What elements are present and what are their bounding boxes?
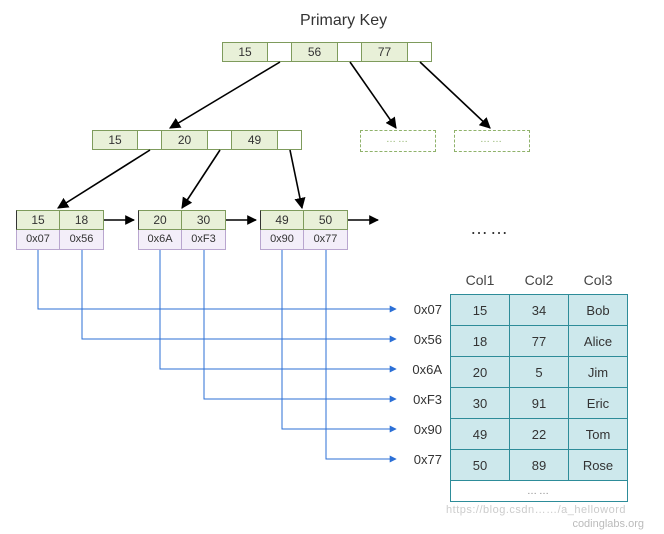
internal-key: 20 [162,130,208,150]
leaf-ellipsis: …… [470,218,510,239]
cell: Eric [569,388,628,419]
root-key: 56 [292,42,338,62]
cell: Alice [569,326,628,357]
leaf-pointer: 0x90 [260,230,304,250]
cell: 18 [451,326,510,357]
row-address: 0x07 [400,302,442,317]
cell: Tom [569,419,628,450]
root-gap [268,42,292,62]
cell: 22 [510,419,569,450]
cell: 30 [451,388,510,419]
cell: 15 [451,295,510,326]
internal-gap [278,130,302,150]
leaf-pointer: 0x56 [60,230,104,250]
row-address: 0x90 [400,422,442,437]
leaf-pointer: 0x6A [138,230,182,250]
row-address: 0xF3 [400,392,442,407]
row-address: 0x6A [400,362,442,377]
table-header: Col1 [451,272,510,295]
table-header: Col3 [569,272,628,295]
internal-key: 49 [232,130,278,150]
cell: 34 [510,295,569,326]
root-gap [338,42,362,62]
leaf-pointer: 0x07 [16,230,60,250]
watermark-text: https://blog.csdn……/a_helloword [446,504,626,516]
btree-root-node: 15 56 77 [222,42,432,62]
btree-ghost-node: …… [360,130,436,152]
internal-gap [138,130,162,150]
cell: 91 [510,388,569,419]
diagram-title: Primary Key [300,12,387,30]
table-row: 4922Tom [451,419,628,450]
leaf-key: 49 [260,210,304,230]
row-address: 0x56 [400,332,442,347]
leaf-pointer: 0xF3 [182,230,226,250]
watermark-source: codinglabs.org [572,518,644,530]
root-gap [408,42,432,62]
table-header-row: Col1 Col2 Col3 [451,272,628,295]
table-row: 1877Alice [451,326,628,357]
table-row: 3091Eric [451,388,628,419]
cell: 5 [510,357,569,388]
cell: 20 [451,357,510,388]
cell: Jim [569,357,628,388]
btree-leaf-node: 15 18 0x07 0x56 [16,210,104,250]
table-footer: …… [451,481,628,502]
internal-gap [208,130,232,150]
cell: 77 [510,326,569,357]
leaf-key: 15 [16,210,60,230]
internal-key: 15 [92,130,138,150]
table-row: 205Jim [451,357,628,388]
leaf-key: 20 [138,210,182,230]
cell: Rose [569,450,628,481]
cell: 49 [451,419,510,450]
leaf-key: 50 [304,210,348,230]
table-row: 1534Bob [451,295,628,326]
btree-ghost-node: …… [454,130,530,152]
table-row: 5089Rose [451,450,628,481]
cell: 89 [510,450,569,481]
leaf-key: 30 [182,210,226,230]
btree-leaf-node: 20 30 0x6A 0xF3 [138,210,226,250]
btree-leaf-node: 49 50 0x90 0x77 [260,210,348,250]
row-address: 0x77 [400,452,442,467]
leaf-key: 18 [60,210,104,230]
cell: Bob [569,295,628,326]
data-table: Col1 Col2 Col3 1534Bob 1877Alice 205Jim … [450,272,628,502]
root-key: 77 [362,42,408,62]
leaf-pointer: 0x77 [304,230,348,250]
root-key: 15 [222,42,268,62]
table-header: Col2 [510,272,569,295]
btree-internal-node: 15 20 49 [92,130,302,150]
table-row-empty: …… [451,481,628,502]
cell: 50 [451,450,510,481]
